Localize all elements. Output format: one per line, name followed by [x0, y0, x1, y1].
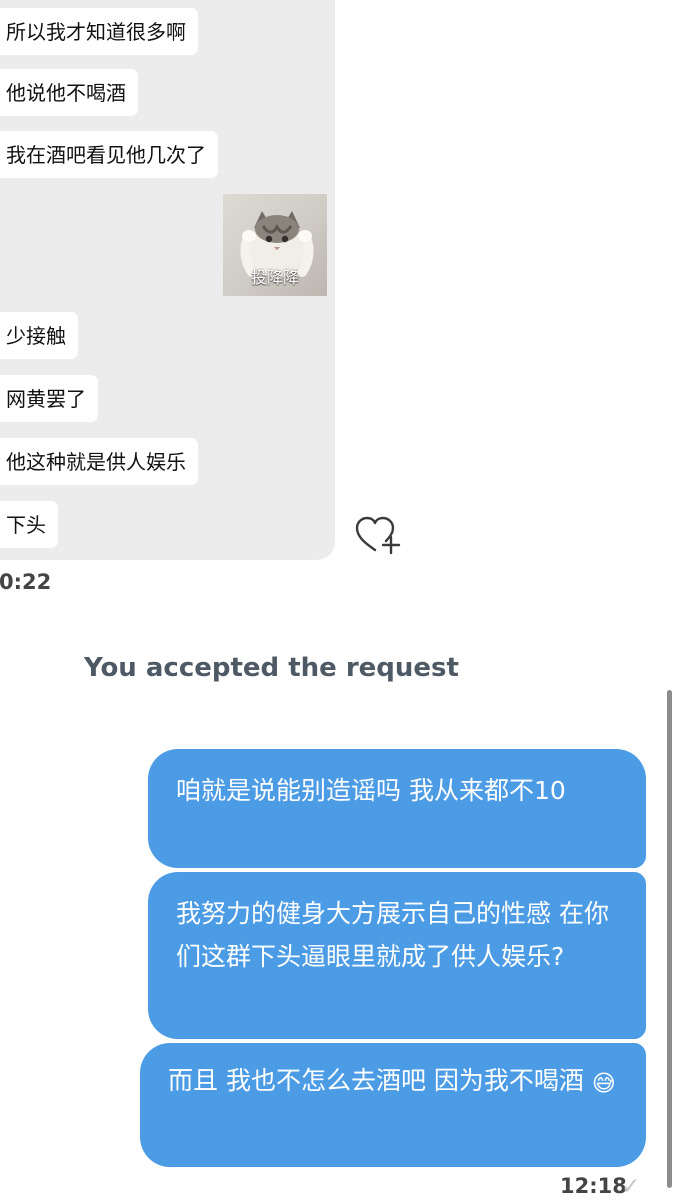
dm-conversation-screen: 所以我才知道很多啊 他说他不喝酒 我在酒吧看见他几次了 投降降 少接触 网黄罢了…	[0, 0, 679, 1200]
sweat-smile-emoji: 😅	[591, 1071, 616, 1097]
vertical-scrollbar[interactable]	[667, 690, 672, 1188]
sticker-caption: 投降降	[250, 268, 299, 287]
outgoing-message-3[interactable]: 而且 我也不怎么去酒吧 因为我不喝酒 😅	[140, 1043, 646, 1167]
incoming-message-2: 他说他不喝酒	[0, 69, 138, 116]
outgoing-timestamp: 12:18	[560, 1174, 627, 1198]
incoming-message-4: 少接触	[0, 312, 78, 359]
cat-surrender-sticker[interactable]: 投降降	[223, 194, 327, 296]
request-accepted-notice: You accepted the request	[84, 653, 459, 683]
outgoing-message-1[interactable]: 咱就是说能别造谣吗 我从来都不10	[148, 749, 646, 868]
incoming-message-5: 网黄罢了	[0, 375, 98, 422]
heart-plus-icon[interactable]	[353, 515, 405, 557]
outgoing-message-2[interactable]: 我努力的健身大方展示自己的性感 在你们这群下头逼眼里就成了供人娱乐?	[148, 872, 646, 1039]
incoming-message-3: 我在酒吧看见他几次了	[0, 131, 218, 178]
incoming-message-7: 下头	[0, 501, 58, 548]
incoming-message-1: 所以我才知道很多啊	[0, 8, 198, 55]
outgoing-message-3-text: 而且 我也不怎么去酒吧 因为我不喝酒	[168, 1066, 584, 1095]
checkmark-icon: ✓	[621, 1174, 641, 1200]
incoming-timestamp: 0:22	[0, 570, 52, 594]
incoming-message-6: 他这种就是供人娱乐	[0, 438, 198, 485]
